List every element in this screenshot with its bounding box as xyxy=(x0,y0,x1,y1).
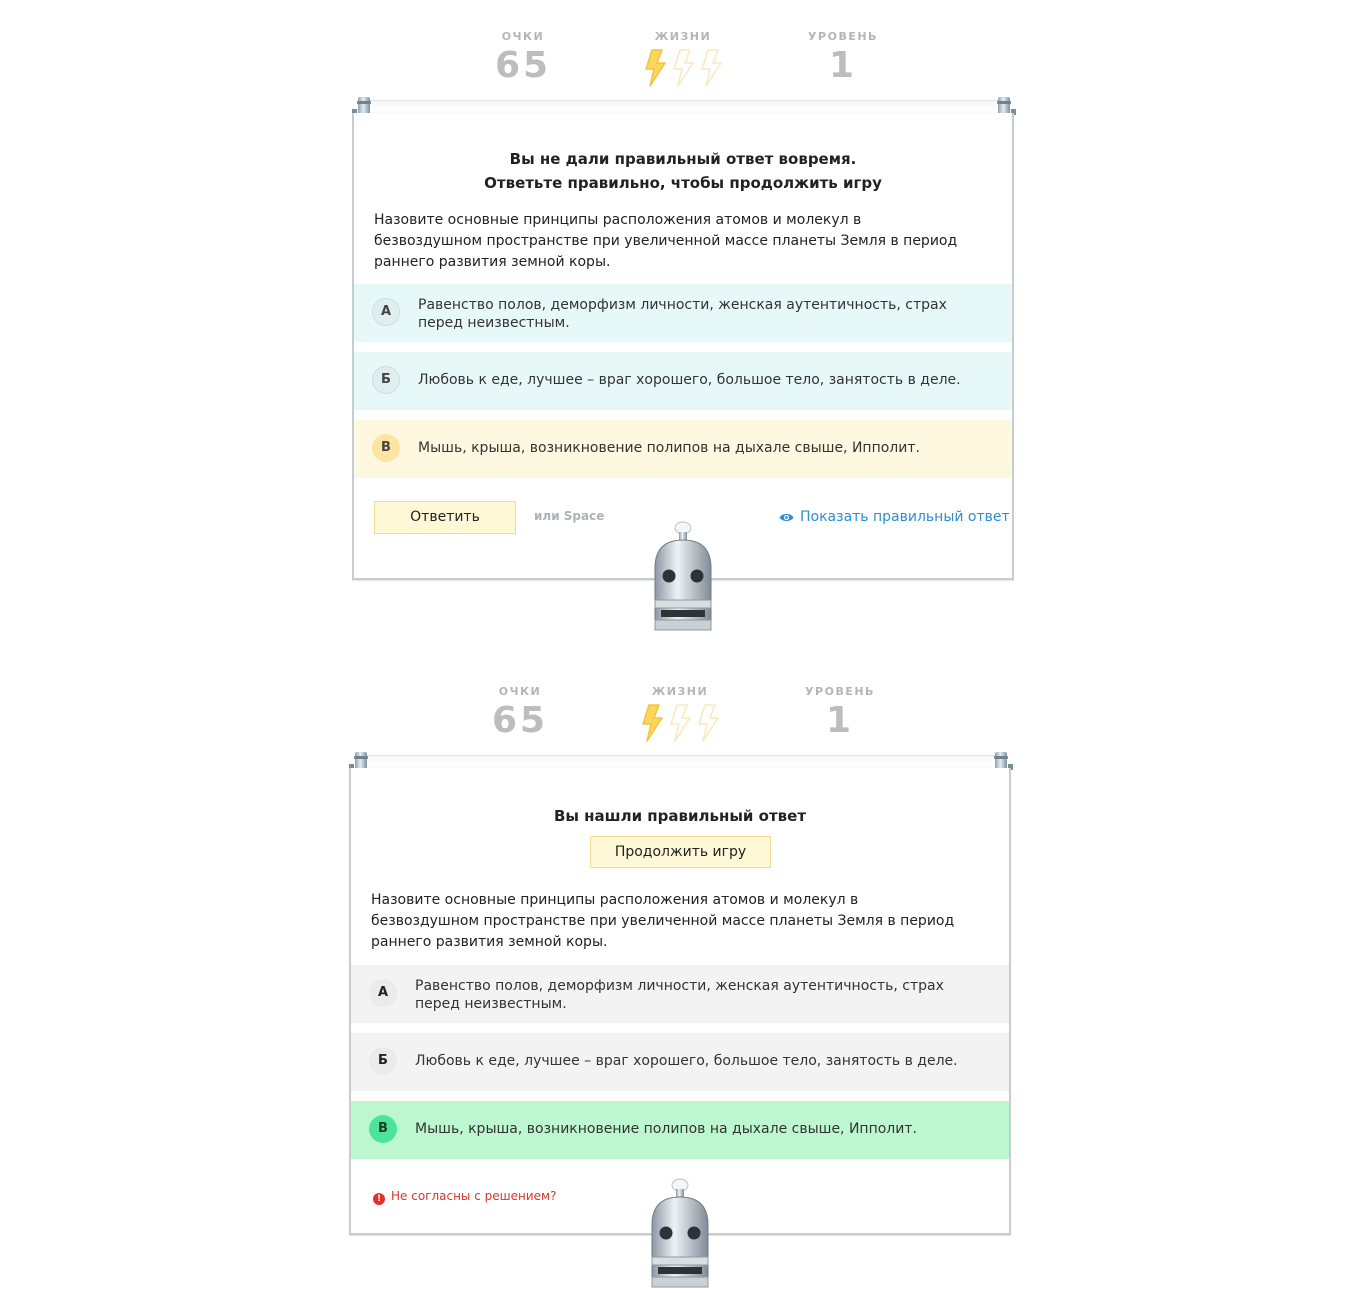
points-label: ОЧКИ xyxy=(501,30,545,43)
stats-bar: ОЧКИ 65 ЖИЗНИ УРОВЕНЬ 1 xyxy=(460,685,880,745)
question-card: Вы не дали правильный ответ вовремя. Отв… xyxy=(352,113,1014,580)
level-stat: УРОВЕНЬ 1 xyxy=(783,30,903,88)
robot-mascot xyxy=(651,520,715,632)
level-value: 1 xyxy=(825,700,855,741)
points-stat: ОЧКИ 65 xyxy=(460,685,580,743)
answer-option-b[interactable]: Б Любовь к еде, лучшее – враг хорошего, … xyxy=(354,352,1012,410)
question-card: Вы нашли правильный ответ Продолжить игр… xyxy=(349,768,1011,1235)
option-letter: В xyxy=(372,434,400,462)
keyboard-hint: или Space xyxy=(534,509,605,523)
answer-option-c-correct: В Мышь, крыша, возникновение полипов на … xyxy=(351,1101,1009,1159)
answer-option-a[interactable]: А Равенство полов, деморфизм личности, ж… xyxy=(354,284,1012,342)
robot-mascot xyxy=(648,1177,712,1289)
lightning-bolt-empty-icon xyxy=(670,704,691,742)
card-title: Вы нашли правильный ответ xyxy=(553,807,807,825)
lives-stat: ЖИЗНИ xyxy=(623,30,743,90)
option-text: Равенство полов, деморфизм личности, жен… xyxy=(415,978,944,1012)
stats-bar: ОЧКИ 65 ЖИЗНИ УРОВЕНЬ 1 xyxy=(463,30,883,90)
lightning-bolt-icon xyxy=(642,704,663,742)
answer-option-b: Б Любовь к еде, лучшее – враг хорошего, … xyxy=(351,1033,1009,1091)
option-text: Любовь к еде, лучшее – враг хорошего, бо… xyxy=(415,1053,958,1069)
answer-option-a: А Равенство полов, деморфизм личности, ж… xyxy=(351,965,1009,1023)
show-answer-label: Показать правильный ответ xyxy=(800,509,1010,525)
answer-button[interactable]: Ответить xyxy=(374,501,516,534)
lightning-bolt-icon xyxy=(645,49,666,87)
option-text: Равенство полов, деморфизм личности, жен… xyxy=(418,297,947,331)
option-text: Любовь к еде, лучшее – враг хорошего, бо… xyxy=(418,372,961,388)
answer-option-c[interactable]: В Мышь, крыша, возникновение полипов на … xyxy=(354,420,1012,478)
level-stat: УРОВЕНЬ 1 xyxy=(780,685,900,743)
points-stat: ОЧКИ 65 xyxy=(463,30,583,88)
option-letter: А xyxy=(372,298,400,326)
lives-bolts xyxy=(623,44,743,90)
lives-stat: ЖИЗНИ xyxy=(620,685,740,745)
dispute-label: Не согласны с решением? xyxy=(391,1189,557,1203)
lightning-bolt-empty-icon xyxy=(698,704,719,742)
question-text: Назовите основные принципы расположения … xyxy=(374,212,958,270)
option-text: Мышь, крыша, возникновение полипов на ды… xyxy=(418,440,920,456)
show-answer-link[interactable]: Показать правильный ответ xyxy=(779,509,1010,527)
lives-bolts xyxy=(620,699,740,745)
card-title: Вы не дали правильный ответ вовремя. Отв… xyxy=(354,147,1012,195)
title-line-1: Вы не дали правильный ответ вовремя. xyxy=(509,150,857,168)
level-label: УРОВЕНЬ xyxy=(805,685,875,698)
option-letter: Б xyxy=(369,1047,397,1075)
exclamation-circle-icon: ! xyxy=(373,1193,385,1205)
option-letter: А xyxy=(369,979,397,1007)
option-letter: Б xyxy=(372,366,400,394)
title-line-2: Ответьте правильно, чтобы продолжить игр… xyxy=(484,174,882,192)
option-text: Мышь, крыша, возникновение полипов на ды… xyxy=(415,1121,917,1137)
lightning-bolt-empty-icon xyxy=(673,49,694,87)
lives-label: ЖИЗНИ xyxy=(651,685,709,698)
lives-label: ЖИЗНИ xyxy=(654,30,712,43)
continue-game-button[interactable]: Продолжить игру xyxy=(590,836,771,868)
robot-icon xyxy=(651,1178,709,1288)
robot-icon xyxy=(654,521,712,631)
dispute-link[interactable]: ! Не согласны с решением? xyxy=(373,1189,556,1205)
lightning-bolt-empty-icon xyxy=(701,49,722,87)
points-value: 65 xyxy=(491,700,549,741)
level-value: 1 xyxy=(828,45,858,86)
points-value: 65 xyxy=(494,45,552,86)
level-label: УРОВЕНЬ xyxy=(808,30,878,43)
question-text: Назовите основные принципы расположения … xyxy=(371,892,955,950)
points-label: ОЧКИ xyxy=(498,685,542,698)
option-letter: В xyxy=(369,1115,397,1143)
eye-icon xyxy=(779,511,794,527)
